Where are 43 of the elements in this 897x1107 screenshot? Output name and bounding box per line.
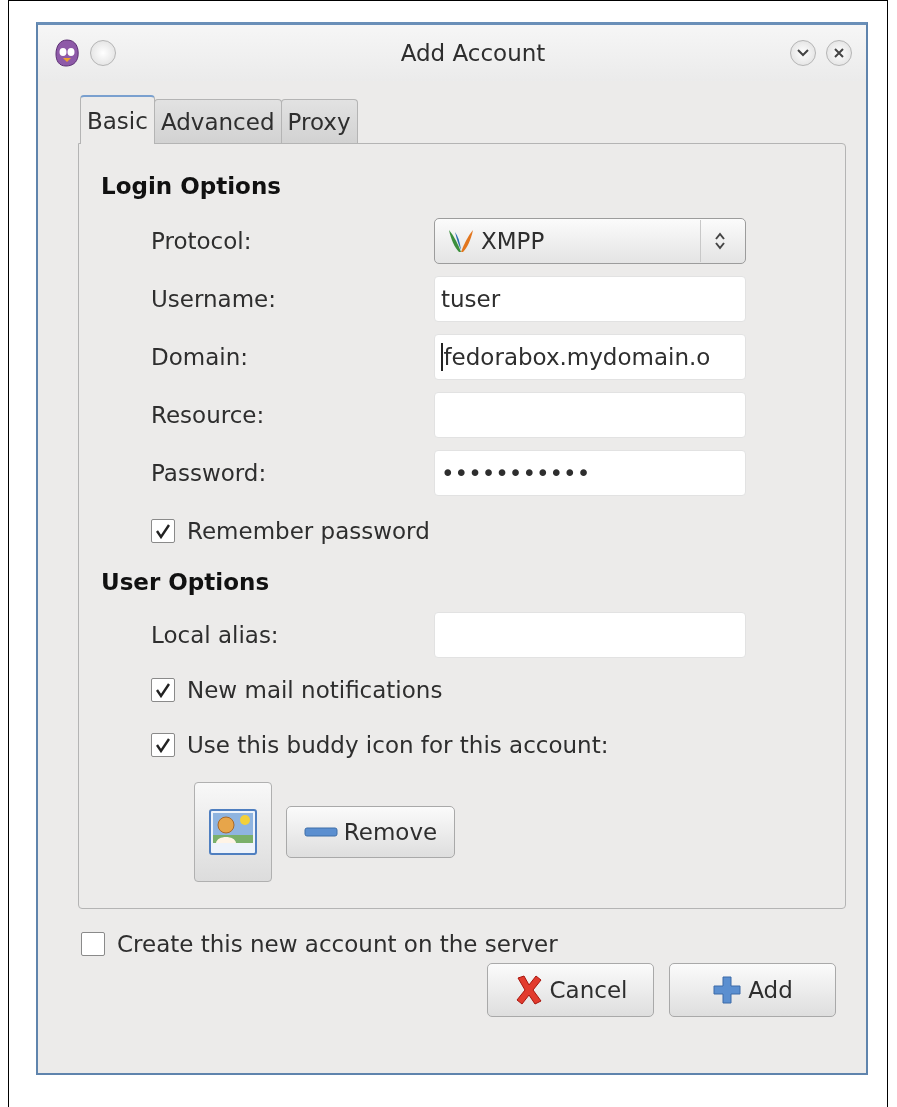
chevron-down-icon bbox=[797, 49, 809, 57]
field-label: Domain: bbox=[151, 344, 249, 370]
text-field[interactable]: tuser bbox=[434, 276, 746, 322]
checkmark-icon bbox=[155, 523, 171, 539]
add-button[interactable]: Add bbox=[669, 963, 836, 1017]
text-field[interactable]: fedorabox.mydomain.o bbox=[434, 334, 746, 380]
logo-icon bbox=[447, 228, 475, 254]
plus-icon bbox=[712, 975, 743, 1005]
checkbox[interactable] bbox=[151, 678, 175, 702]
minus-icon bbox=[303, 827, 338, 837]
tab[interactable]: Advanced bbox=[153, 99, 282, 143]
field-label: Protocol: bbox=[151, 228, 253, 254]
checkbox[interactable] bbox=[151, 733, 175, 757]
checkbox[interactable] bbox=[151, 519, 175, 543]
tab[interactable]: Proxy bbox=[280, 99, 358, 143]
text-field[interactable]: ••••••••••• bbox=[434, 450, 746, 496]
updown-arrows-icon bbox=[714, 231, 726, 251]
close-button[interactable] bbox=[826, 40, 852, 66]
close-icon bbox=[834, 48, 844, 58]
section-heading: User Options bbox=[101, 568, 271, 597]
section-heading: Login Options bbox=[101, 172, 282, 201]
field-label: Username: bbox=[151, 286, 277, 312]
minimize-button[interactable] bbox=[790, 40, 816, 66]
buddy-icon-button[interactable] bbox=[194, 782, 272, 882]
field-label: Password: bbox=[151, 460, 268, 486]
checkbox-label[interactable]: Remember password bbox=[187, 518, 430, 544]
checkbox-label[interactable]: Create this new account on the server bbox=[117, 931, 558, 957]
checkmark-icon bbox=[155, 682, 171, 698]
field-label: Resource: bbox=[151, 402, 266, 428]
protocol-dropdown[interactable]: XMPP bbox=[434, 218, 746, 264]
tab[interactable]: Basic bbox=[80, 95, 155, 144]
checkbox-label[interactable]: New mail notifications bbox=[187, 677, 443, 703]
cancel-button[interactable]: Cancel bbox=[487, 963, 654, 1017]
bird-icon bbox=[54, 38, 80, 68]
text-field[interactable] bbox=[434, 392, 746, 438]
checkmark-icon bbox=[155, 737, 171, 753]
window-title: Add Account bbox=[399, 40, 547, 66]
text-field[interactable] bbox=[434, 612, 746, 658]
checkbox[interactable] bbox=[81, 932, 105, 956]
checkbox-label[interactable]: Use this buddy icon for this account: bbox=[187, 732, 609, 758]
image-icon bbox=[209, 809, 257, 855]
remove-button[interactable]: Remove bbox=[286, 806, 455, 858]
field-label: Local alias: bbox=[151, 622, 280, 648]
